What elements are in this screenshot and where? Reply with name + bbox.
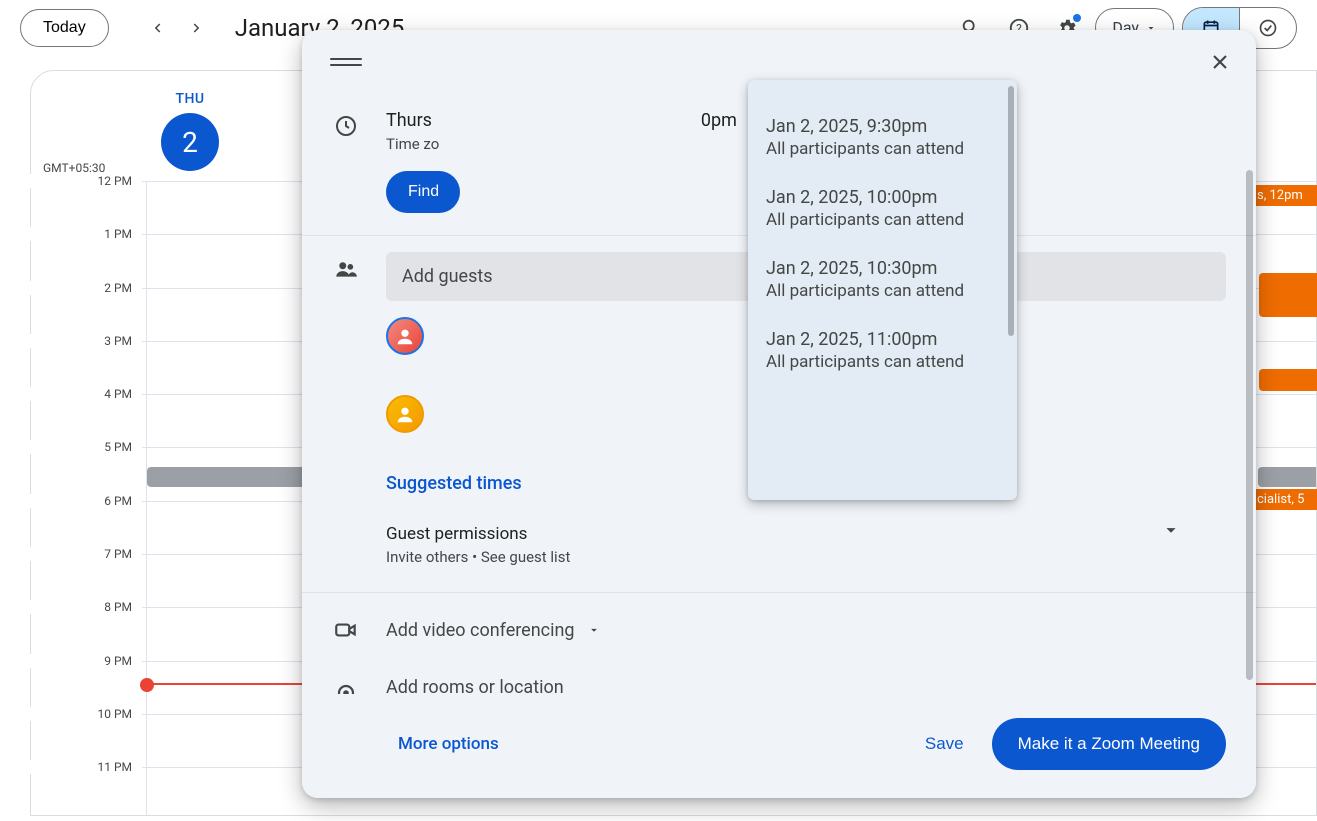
suggested-time-label: Jan 2, 2025, 11:00pm xyxy=(766,329,999,350)
modal-scrollbar[interactable] xyxy=(1246,170,1253,680)
suggested-time-sublabel: All participants can attend xyxy=(766,210,999,230)
event-block-orange-2[interactable] xyxy=(1259,273,1317,317)
suggested-time-item[interactable]: Jan 2, 2025, 11:00pmAll participants can… xyxy=(748,315,1017,386)
suggested-time-sublabel: All participants can attend xyxy=(766,139,999,159)
nav-arrows xyxy=(137,8,217,48)
today-button[interactable]: Today xyxy=(20,9,109,47)
day-label: THU xyxy=(161,91,219,107)
tasks-icon xyxy=(1258,18,1278,38)
event-editor-modal: Thurs 0pm Time zo Find a time Add guests… xyxy=(302,30,1256,798)
guests-icon-wrapper xyxy=(332,252,360,282)
chevron-left-icon xyxy=(148,19,166,37)
time-label: 3 PM xyxy=(30,334,142,348)
clock-icon-wrapper xyxy=(332,110,360,138)
more-options-button[interactable]: More options xyxy=(398,734,499,754)
suggested-time-label: Jan 2, 2025, 10:00pm xyxy=(766,187,999,208)
time-suffix: 0pm xyxy=(701,110,737,131)
day-header: THU 2 xyxy=(161,91,219,171)
suggested-time-item[interactable]: Jan 2, 2025, 9:30pmAll participants can … xyxy=(748,102,1017,173)
prev-day-button[interactable] xyxy=(137,8,177,48)
next-day-button[interactable] xyxy=(177,8,217,48)
close-icon xyxy=(1208,50,1232,74)
time-label: 5 PM xyxy=(30,440,142,454)
chevron-right-icon xyxy=(188,19,206,37)
timezone-label: GMT+05:30 xyxy=(43,161,105,175)
clock-icon xyxy=(334,114,358,138)
video-label: Add video conferencing xyxy=(386,620,575,641)
time-prefix: Thurs xyxy=(386,110,432,131)
suggested-time-item[interactable]: Jan 2, 2025, 10:00pmAll participants can… xyxy=(748,173,1017,244)
chevron-down-icon xyxy=(1160,519,1182,541)
suggested-time-item[interactable]: Jan 2, 2025, 10:30pmAll participants can… xyxy=(748,244,1017,315)
event-block-grey-right[interactable] xyxy=(1258,467,1316,487)
person-icon xyxy=(394,325,416,347)
time-label: 10 PM xyxy=(30,707,142,721)
find-time-button[interactable]: Find a time xyxy=(386,171,460,213)
suggested-time-label: Jan 2, 2025, 10:30pm xyxy=(766,258,999,279)
guest-avatar-2[interactable] xyxy=(386,395,424,433)
event-block-orange-3[interactable] xyxy=(1259,369,1317,391)
modal-top-bar xyxy=(302,30,1256,80)
time-label: 1 PM xyxy=(30,227,142,241)
event-block-orange-4[interactable]: cialist, 5 xyxy=(1251,489,1317,510)
footer-right: Save Make it a Zoom Meeting xyxy=(925,718,1226,770)
time-label: 6 PM xyxy=(30,494,142,508)
guest-permissions-sub: Invite others • See guest list xyxy=(386,548,570,566)
suggested-time-sublabel: All participants can attend xyxy=(766,352,999,372)
video-icon-wrapper xyxy=(332,617,360,643)
drag-handle[interactable] xyxy=(330,58,362,66)
zoom-meeting-button[interactable]: Make it a Zoom Meeting xyxy=(992,718,1226,770)
guest-permissions-row[interactable]: Guest permissions Invite others • See gu… xyxy=(386,494,1226,566)
close-button[interactable] xyxy=(1202,44,1238,80)
time-label: 11 PM xyxy=(30,760,142,774)
dropdown-arrow-icon xyxy=(587,623,601,637)
video-section: Add video conferencing xyxy=(302,593,1256,667)
person-icon xyxy=(394,403,416,425)
time-label: 9 PM xyxy=(30,654,142,668)
suggested-time-sublabel: All participants can attend xyxy=(766,281,999,301)
time-label: 8 PM xyxy=(30,600,142,614)
suggested-times-popup: Jan 2, 2025, 9:30pmAll participants can … xyxy=(748,80,1017,500)
settings-notification-dot xyxy=(1073,14,1081,22)
video-icon xyxy=(333,617,359,643)
suggested-time-label: Jan 2, 2025, 9:30pm xyxy=(766,116,999,137)
popup-scrollbar[interactable] xyxy=(1008,86,1014,336)
day-number[interactable]: 2 xyxy=(161,113,219,171)
guest-permissions-title: Guest permissions xyxy=(386,524,570,544)
save-button[interactable]: Save xyxy=(925,734,964,754)
people-icon xyxy=(333,256,359,282)
event-block-orange-1[interactable]: s, 12pm xyxy=(1251,185,1317,206)
time-label: 7 PM xyxy=(30,547,142,561)
now-indicator-dot xyxy=(140,678,154,692)
time-label: 2 PM xyxy=(30,281,142,295)
event-block-grey[interactable] xyxy=(147,467,307,487)
time-label: 4 PM xyxy=(30,387,142,401)
modal-footer: More options Save Make it a Zoom Meeting xyxy=(302,694,1256,798)
guest-avatar-1[interactable] xyxy=(386,317,424,355)
time-label: 12 PM xyxy=(30,174,142,188)
add-video-conferencing-button[interactable]: Add video conferencing xyxy=(386,620,601,641)
